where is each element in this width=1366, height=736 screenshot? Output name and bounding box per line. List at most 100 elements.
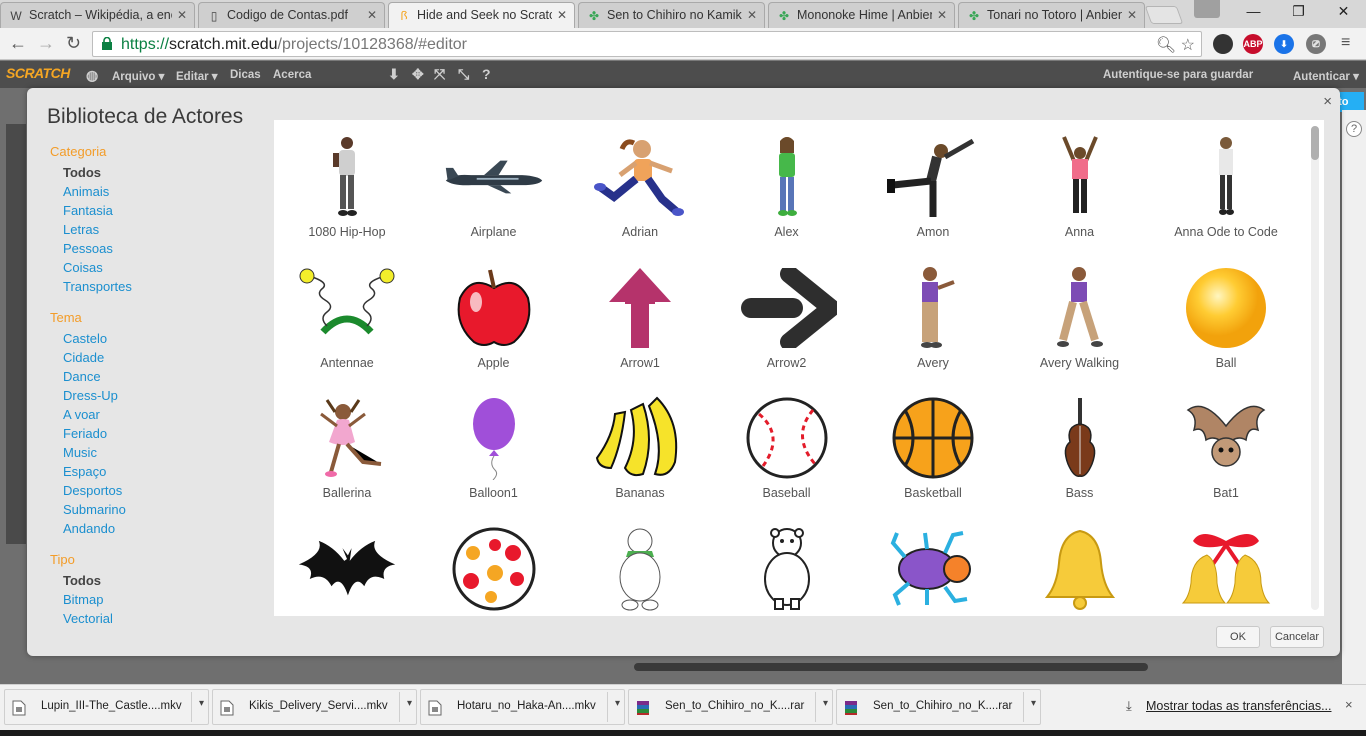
help-icon[interactable]: ?	[482, 66, 491, 82]
download-item[interactable]: Sen_to_Chihiro_no_K....rar ▾	[836, 689, 1041, 725]
filter-item[interactable]: Feriado	[50, 424, 265, 443]
browser-tab[interactable]: ✤ Tonari no Totoro | Anbien ✕	[958, 2, 1145, 28]
browser-tab[interactable]: W Scratch – Wikipédia, a enc ✕	[0, 2, 195, 28]
sprite-tile[interactable]: Alex	[714, 120, 860, 250]
cancel-button[interactable]: Cancelar	[1270, 626, 1324, 648]
menu-dicas[interactable]: Dicas	[230, 69, 261, 81]
chevron-down-icon[interactable]: ▾	[823, 698, 828, 709]
sprite-tile[interactable]	[714, 512, 860, 616]
download-item[interactable]: Kikis_Delivery_Servi....mkv ▾	[212, 689, 417, 725]
ublock-icon[interactable]	[1213, 34, 1233, 54]
sprite-tile[interactable]: Balloon1	[421, 381, 567, 511]
download-item[interactable]: Sen_to_Chihiro_no_K....rar ▾	[628, 689, 833, 725]
sprite-tile[interactable]: Ballerina	[274, 381, 420, 511]
filter-item[interactable]: Fantasia	[50, 201, 265, 220]
new-tab-button[interactable]	[1144, 6, 1184, 24]
filter-item[interactable]: Transportes	[50, 277, 265, 296]
zoom-icon[interactable]: 🔍︎	[1156, 37, 1176, 54]
filter-item[interactable]: Dress-Up	[50, 386, 265, 405]
bookmark-star-icon[interactable]: ☆	[1181, 37, 1195, 54]
filter-item[interactable]: Animais	[50, 182, 265, 201]
login-menu[interactable]: Autenticar ▾	[1293, 69, 1359, 83]
sprite-tile[interactable]	[860, 512, 1006, 616]
filter-item[interactable]: Desportos	[50, 481, 265, 500]
restore-icon[interactable]: ❐	[1276, 0, 1321, 24]
close-tab-icon[interactable]: ✕	[557, 8, 567, 22]
sprite-tile[interactable]: Anna Ode to Code	[1153, 120, 1299, 250]
reload-icon[interactable]: ↻	[66, 34, 81, 52]
filter-item[interactable]: Todos	[50, 163, 265, 182]
filter-item[interactable]: Castelo	[50, 329, 265, 348]
menu-acerca[interactable]: Acerca	[273, 69, 311, 81]
save-login-link[interactable]: Autentique-se para guardar	[1103, 69, 1253, 81]
browser-tab[interactable]: ✤ Mononoke Hime | Anbien ✕	[768, 2, 955, 28]
sprite-tile[interactable]: Arrow2	[714, 251, 860, 381]
sprite-grid-viewport[interactable]: 1080 Hip-Hop Airplane Adrian Alex Amon Anna An…	[274, 120, 1324, 616]
filter-item[interactable]: Espaço	[50, 462, 265, 481]
forward-icon[interactable]: →	[37, 34, 55, 52]
download-icon[interactable]: ⬇	[1274, 34, 1294, 54]
sprite-tile[interactable]: Avery	[860, 251, 1006, 381]
chevron-down-icon[interactable]: ▾	[1031, 698, 1036, 709]
close-window-icon[interactable]: ✕	[1321, 0, 1366, 24]
profile-button[interactable]	[1194, 0, 1220, 18]
browser-tab[interactable]: ✤ Sen to Chihiro no Kamikak ✕	[578, 2, 765, 28]
chevron-down-icon[interactable]: ▾	[407, 698, 412, 709]
menu-arquivo[interactable]: Arquivo ▾	[112, 69, 164, 83]
sprite-tile[interactable]	[1007, 512, 1153, 616]
sprite-tile[interactable]	[1153, 512, 1299, 616]
grid-scrollbar[interactable]	[1311, 126, 1319, 610]
address-bar[interactable]: https://scratch.mit.edu/projects/1012836…	[92, 31, 1202, 57]
menu-editar[interactable]: Editar ▾	[176, 69, 218, 83]
filter-item[interactable]: Todos	[50, 571, 265, 590]
filter-item[interactable]: Vectorial	[50, 609, 265, 628]
download-item[interactable]: Hotaru_no_Haka-An....mkv ▾	[420, 689, 625, 725]
close-shelf-icon[interactable]: ×	[1345, 697, 1353, 712]
shrink-icon[interactable]: ⤡	[458, 66, 469, 83]
sprite-tile[interactable]	[274, 512, 420, 616]
grow-icon[interactable]: ⤧	[434, 66, 445, 83]
cast-icon[interactable]: ⎚	[1306, 34, 1326, 54]
grid-scrollbar-thumb[interactable]	[1311, 126, 1319, 160]
sprite-tile[interactable]: Antennae	[274, 251, 420, 381]
sprite-tile[interactable]: Bananas	[567, 381, 713, 511]
sprite-tile[interactable]: Baseball	[714, 381, 860, 511]
sprite-tile[interactable]: Basketball	[860, 381, 1006, 511]
chevron-down-icon[interactable]: ▾	[199, 698, 204, 709]
sprite-tile[interactable]: Ball	[1153, 251, 1299, 381]
sprite-tile[interactable]: Adrian	[567, 120, 713, 250]
sprite-tile[interactable]: Bat1	[1153, 381, 1299, 511]
sprite-tile[interactable]	[567, 512, 713, 616]
sprite-tile[interactable]: Anna	[1007, 120, 1153, 250]
browser-tab[interactable]: ▯ Codigo de Contas.pdf ✕	[198, 2, 385, 28]
filter-item[interactable]: Pessoas	[50, 239, 265, 258]
help-question-icon[interactable]: ?	[1346, 121, 1362, 137]
chevron-down-icon[interactable]: ▾	[615, 698, 620, 709]
stamp-icon[interactable]: ⬇	[388, 66, 400, 83]
globe-icon[interactable]: ◍	[86, 67, 98, 84]
filter-item[interactable]: Andando	[50, 519, 265, 538]
close-tab-icon[interactable]: ✕	[747, 8, 757, 22]
scratch-logo[interactable]: SCRATCH	[6, 65, 70, 81]
browser-tab[interactable]: ꟗ Hide and Seek no Scratch ✕	[388, 2, 575, 28]
sprite-tile[interactable]: Avery Walking	[1007, 251, 1153, 381]
sprite-tile[interactable]: Airplane	[421, 120, 567, 250]
ok-button[interactable]: OK	[1216, 626, 1260, 648]
sprite-tile[interactable]	[421, 512, 567, 616]
download-item[interactable]: Lupin_III-The_Castle....mkv ▾	[4, 689, 209, 725]
cut-icon[interactable]: ✥	[412, 66, 424, 83]
filter-item[interactable]: Cidade	[50, 348, 265, 367]
sprite-tile[interactable]: Bass	[1007, 381, 1153, 511]
filter-item[interactable]: Coisas	[50, 258, 265, 277]
sprite-tile[interactable]: Arrow1	[567, 251, 713, 381]
back-icon[interactable]: ←	[9, 34, 27, 52]
filter-item[interactable]: Submarino	[50, 500, 265, 519]
filter-item[interactable]: Letras	[50, 220, 265, 239]
sprite-tile[interactable]: Amon	[860, 120, 1006, 250]
filter-item[interactable]: Music	[50, 443, 265, 462]
sprite-tile[interactable]: 1080 Hip-Hop	[274, 120, 420, 250]
filter-item[interactable]: A voar	[50, 405, 265, 424]
adblock-plus-icon[interactable]: ABP	[1243, 34, 1263, 54]
sprite-tile[interactable]: Apple	[421, 251, 567, 381]
close-tab-icon[interactable]: ✕	[1127, 8, 1137, 22]
